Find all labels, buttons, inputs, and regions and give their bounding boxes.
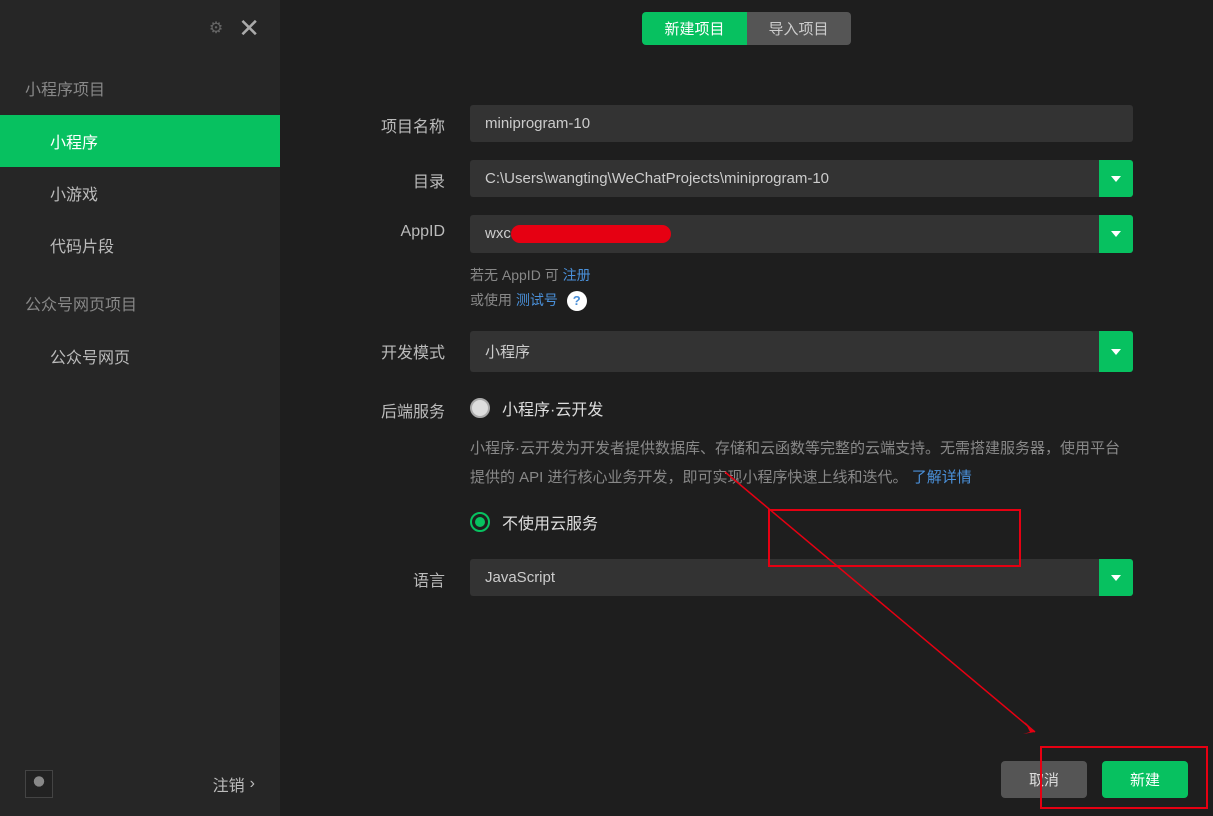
radio-cloud-dev-label: 小程序·云开发	[502, 396, 603, 420]
close-icon[interactable]: ✕	[238, 15, 260, 41]
backend-description: 小程序·云开发为开发者提供数据库、存储和云函数等完整的云端支持。无需搭建服务器，…	[470, 435, 1133, 492]
avatar[interactable]	[25, 770, 53, 798]
chevron-down-icon	[1111, 349, 1121, 355]
register-link[interactable]: 注册	[563, 267, 591, 283]
radio-no-cloud-label: 不使用云服务	[502, 510, 598, 534]
main-panel: 新建项目 导入项目 项目名称 miniprogram-10 目录 C:\User…	[280, 0, 1213, 816]
create-button[interactable]: 新建	[1102, 761, 1188, 798]
sidebar-item-snippet[interactable]: 代码片段	[0, 219, 280, 271]
chevron-down-icon	[1111, 231, 1121, 237]
directory-input[interactable]: C:\Users\wangting\WeChatProjects\minipro…	[470, 160, 1099, 197]
logout-label: 注销	[213, 772, 245, 796]
dev-mode-dropdown-button[interactable]	[1099, 331, 1133, 372]
appid-hint: 若无 AppID 可 注册 或使用 测试号 ?	[470, 263, 1133, 313]
project-name-input[interactable]: miniprogram-10	[470, 105, 1133, 142]
help-icon[interactable]: ?	[567, 291, 587, 311]
label-project-name: 项目名称	[340, 105, 470, 137]
label-dev-mode: 开发模式	[340, 331, 470, 363]
test-account-link[interactable]: 测试号	[516, 292, 558, 308]
cancel-button[interactable]: 取消	[1001, 761, 1087, 798]
sidebar-section-miniprogram: 小程序项目	[0, 56, 280, 115]
radio-no-cloud[interactable]	[470, 512, 490, 532]
sidebar-section-webpage: 公众号网页项目	[0, 271, 280, 330]
label-backend: 后端服务	[340, 390, 470, 422]
label-language: 语言	[340, 559, 470, 591]
directory-dropdown-button[interactable]	[1099, 160, 1133, 197]
dev-mode-select[interactable]: 小程序	[470, 331, 1099, 372]
appid-dropdown-button[interactable]	[1099, 215, 1133, 253]
appid-input[interactable]: wxc	[470, 215, 1099, 253]
label-directory: 目录	[340, 160, 470, 192]
redacted-appid	[511, 225, 671, 243]
chevron-right-icon: ›	[250, 775, 255, 793]
sidebar-item-miniprogram[interactable]: 小程序	[0, 115, 280, 167]
language-dropdown-button[interactable]	[1099, 559, 1133, 596]
tab-import-project[interactable]: 导入项目	[747, 12, 851, 45]
sidebar-item-webpage[interactable]: 公众号网页	[0, 330, 280, 382]
gear-icon[interactable]: ⚙	[209, 18, 223, 38]
tab-new-project[interactable]: 新建项目	[642, 12, 746, 45]
language-select[interactable]: JavaScript	[470, 559, 1099, 596]
chevron-down-icon	[1111, 176, 1121, 182]
logout-button[interactable]: 注销 ›	[213, 772, 255, 796]
learn-more-link[interactable]: 了解详情	[912, 469, 972, 486]
sidebar-item-minigame[interactable]: 小游戏	[0, 167, 280, 219]
chevron-down-icon	[1111, 575, 1121, 581]
sidebar: ⚙ ✕ 小程序项目 小程序 小游戏 代码片段 公众号网页项目 公众号网页 注销 …	[0, 0, 280, 816]
label-appid: AppID	[340, 215, 470, 241]
radio-cloud-dev[interactable]	[470, 398, 490, 418]
